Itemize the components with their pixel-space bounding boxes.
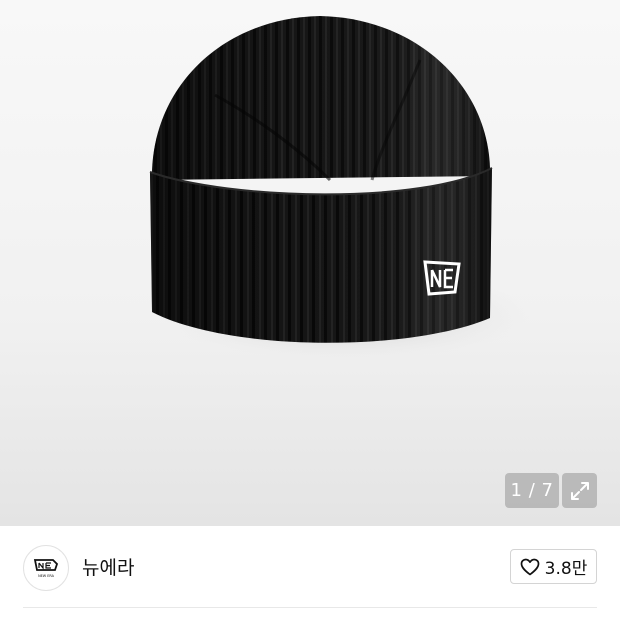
heart-outline-icon (520, 558, 540, 575)
product-image[interactable] (0, 0, 620, 526)
current-page: 1 (510, 480, 523, 501)
brand-name[interactable]: 뉴에라 (82, 553, 134, 580)
like-button[interactable]: 3.8만 (510, 549, 597, 584)
brand-logo[interactable]: NEW ERA (23, 545, 69, 591)
brand-bar: NEW ERA 뉴에라 3.8만 (0, 526, 620, 620)
brand-logo-text: NEW ERA (38, 574, 54, 578)
page-separator: / (522, 480, 542, 501)
expand-arrows-icon (570, 481, 589, 500)
total-pages: 7 (541, 480, 554, 501)
expand-image-button[interactable] (562, 473, 597, 508)
image-page-counter: 1 / 7 (505, 473, 559, 508)
new-era-flag-logo: NEW ERA (33, 559, 59, 578)
like-count: 3.8만 (544, 559, 588, 579)
divider (23, 607, 597, 608)
product-image-gallery[interactable]: 1 / 7 (0, 0, 620, 526)
